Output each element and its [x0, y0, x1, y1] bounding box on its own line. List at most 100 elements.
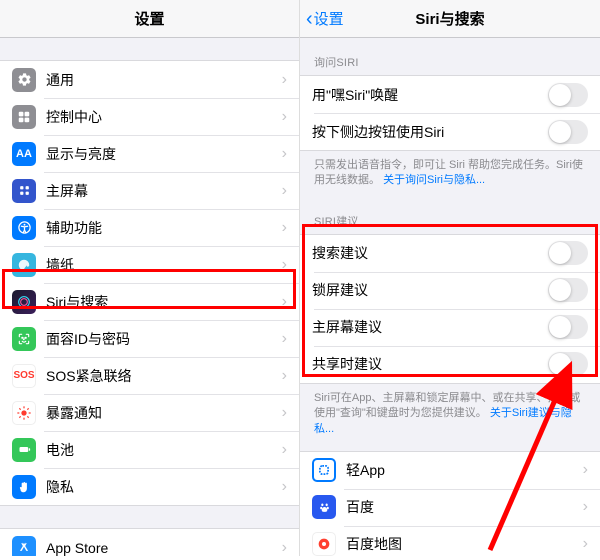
row-label: 主屏幕建议: [312, 317, 548, 337]
accessibility-icon: [12, 216, 36, 240]
row-general[interactable]: 通用 ›: [0, 61, 299, 98]
row-baidu[interactable]: 百度 ›: [300, 489, 600, 526]
link-ask-privacy[interactable]: 关于询问Siri与隐私...: [383, 174, 485, 186]
row-side-button-siri[interactable]: 按下侧边按钮使用Siri: [300, 113, 600, 150]
sliders-icon: [12, 105, 36, 129]
row-battery[interactable]: 电池 ›: [0, 431, 299, 468]
faceid-icon: [12, 327, 36, 351]
chevron-right-icon: ›: [282, 539, 287, 557]
wallpaper-icon: [12, 253, 36, 277]
chevron-right-icon: ›: [282, 293, 287, 311]
toggle[interactable]: [548, 315, 588, 339]
group-siri-suggest: 搜索建议 锁屏建议 主屏幕建议 共享时建议: [300, 234, 600, 384]
chevron-right-icon: ›: [583, 535, 588, 553]
row-control-center[interactable]: 控制中心 ›: [0, 98, 299, 135]
row-label: 电池: [46, 440, 278, 460]
chevron-right-icon: ›: [282, 145, 287, 163]
baidu-icon: [312, 495, 336, 519]
section-footer-suggest: Siri可在App、主屏幕和锁定屏幕中、或在共享、搜索或使用"查询"和键盘时为您…: [300, 384, 600, 445]
row-hey-siri[interactable]: 用"嘿Siri"唤醒: [300, 76, 600, 113]
row-faceid[interactable]: 面容ID与密码 ›: [0, 320, 299, 357]
row-appstore[interactable]: App Store ›: [0, 529, 299, 556]
row-sos[interactable]: SOS SOS紧急联络 ›: [0, 357, 299, 394]
chevron-right-icon: ›: [282, 219, 287, 237]
toggle[interactable]: [548, 352, 588, 376]
quick-app-icon: [312, 458, 336, 482]
chevron-right-icon: ›: [583, 498, 588, 516]
battery-icon: [12, 438, 36, 462]
row-label: 百度: [346, 497, 579, 517]
display-icon: AA: [12, 142, 36, 166]
row-baidu-map[interactable]: 百度地图 ›: [300, 526, 600, 556]
navbar-right: ‹ 设置 Siri与搜索: [300, 0, 600, 38]
row-siri-search[interactable]: Siri与搜索 ›: [0, 283, 299, 320]
settings-panel: 设置 通用 › 控制中心 ›: [0, 0, 300, 556]
section-header-suggest: SIRI建议: [300, 197, 600, 234]
row-label: 辅助功能: [46, 218, 278, 238]
chevron-right-icon: ›: [282, 478, 287, 496]
row-quick-app[interactable]: 轻App ›: [300, 452, 600, 489]
row-label: Siri与搜索: [46, 292, 278, 312]
row-display[interactable]: AA 显示与亮度 ›: [0, 135, 299, 172]
row-wallpaper[interactable]: 墙纸 ›: [0, 246, 299, 283]
baidu-map-icon: [312, 532, 336, 556]
chevron-right-icon: ›: [583, 461, 588, 479]
row-label: 轻App: [346, 460, 579, 480]
navbar-title: 设置: [134, 8, 164, 29]
hand-icon: [12, 475, 36, 499]
row-accessibility[interactable]: 辅助功能 ›: [0, 209, 299, 246]
settings-group-1: 通用 › 控制中心 › AA 显示与亮度 ›: [0, 60, 299, 506]
back-button[interactable]: ‹ 设置: [306, 0, 344, 37]
group-siri-apps: 轻App › 百度 › 百度地图 › 贴 百度贴吧 ›: [300, 451, 600, 556]
row-share-suggest[interactable]: 共享时建议: [300, 346, 600, 383]
row-label: 用"嘿Siri"唤醒: [312, 85, 548, 105]
row-label: 按下侧边按钮使用Siri: [312, 122, 548, 142]
chevron-right-icon: ›: [282, 330, 287, 348]
toggle[interactable]: [548, 278, 588, 302]
siri-panel: ‹ 设置 Siri与搜索 询问SIRI 用"嘿Siri"唤醒 按下侧边按钮使用S…: [300, 0, 600, 556]
row-label: 百度地图: [346, 534, 579, 554]
row-lockscreen-suggest[interactable]: 锁屏建议: [300, 272, 600, 309]
row-label: 主屏幕: [46, 181, 278, 201]
row-label: 共享时建议: [312, 354, 548, 374]
back-label: 设置: [314, 8, 344, 29]
chevron-right-icon: ›: [282, 182, 287, 200]
row-home-screen[interactable]: 主屏幕 ›: [0, 172, 299, 209]
row-label: SOS紧急联络: [46, 366, 278, 386]
chevron-left-icon: ‹: [306, 9, 313, 29]
row-home-suggest[interactable]: 主屏幕建议: [300, 309, 600, 346]
toggle[interactable]: [548, 83, 588, 107]
exposure-icon: [12, 401, 36, 425]
row-label: 面容ID与密码: [46, 329, 278, 349]
settings-group-2: App Store › 钱包与Apple Pay ›: [0, 528, 299, 556]
home-icon: [12, 179, 36, 203]
row-label: 搜索建议: [312, 243, 548, 263]
appstore-icon: [12, 536, 36, 557]
sos-icon: SOS: [12, 364, 36, 388]
row-label: App Store: [46, 540, 278, 556]
row-label: 暴露通知: [46, 403, 278, 423]
chevron-right-icon: ›: [282, 441, 287, 459]
section-footer-ask: 只需发出语音指令，即可让 Siri 帮助您完成任务。Siri使用无线数据。 关于…: [300, 151, 600, 197]
row-search-suggest[interactable]: 搜索建议: [300, 235, 600, 272]
chevron-right-icon: ›: [282, 71, 287, 89]
navbar-title: Siri与搜索: [415, 8, 484, 29]
section-header-ask: 询问SIRI: [300, 38, 600, 75]
navbar-left: 设置: [0, 0, 299, 38]
chevron-right-icon: ›: [282, 404, 287, 422]
chevron-right-icon: ›: [282, 256, 287, 274]
row-label: 墙纸: [46, 255, 278, 275]
toggle[interactable]: [548, 120, 588, 144]
row-exposure[interactable]: 暴露通知 ›: [0, 394, 299, 431]
row-privacy[interactable]: 隐私 ›: [0, 468, 299, 505]
group-ask-siri: 用"嘿Siri"唤醒 按下侧边按钮使用Siri: [300, 75, 600, 151]
row-label: 隐私: [46, 477, 278, 497]
row-label: 锁屏建议: [312, 280, 548, 300]
chevron-right-icon: ›: [282, 367, 287, 385]
gear-icon: [12, 68, 36, 92]
toggle[interactable]: [548, 241, 588, 265]
row-label: 显示与亮度: [46, 144, 278, 164]
row-label: 通用: [46, 70, 278, 90]
row-label: 控制中心: [46, 107, 278, 127]
siri-icon: [12, 290, 36, 314]
